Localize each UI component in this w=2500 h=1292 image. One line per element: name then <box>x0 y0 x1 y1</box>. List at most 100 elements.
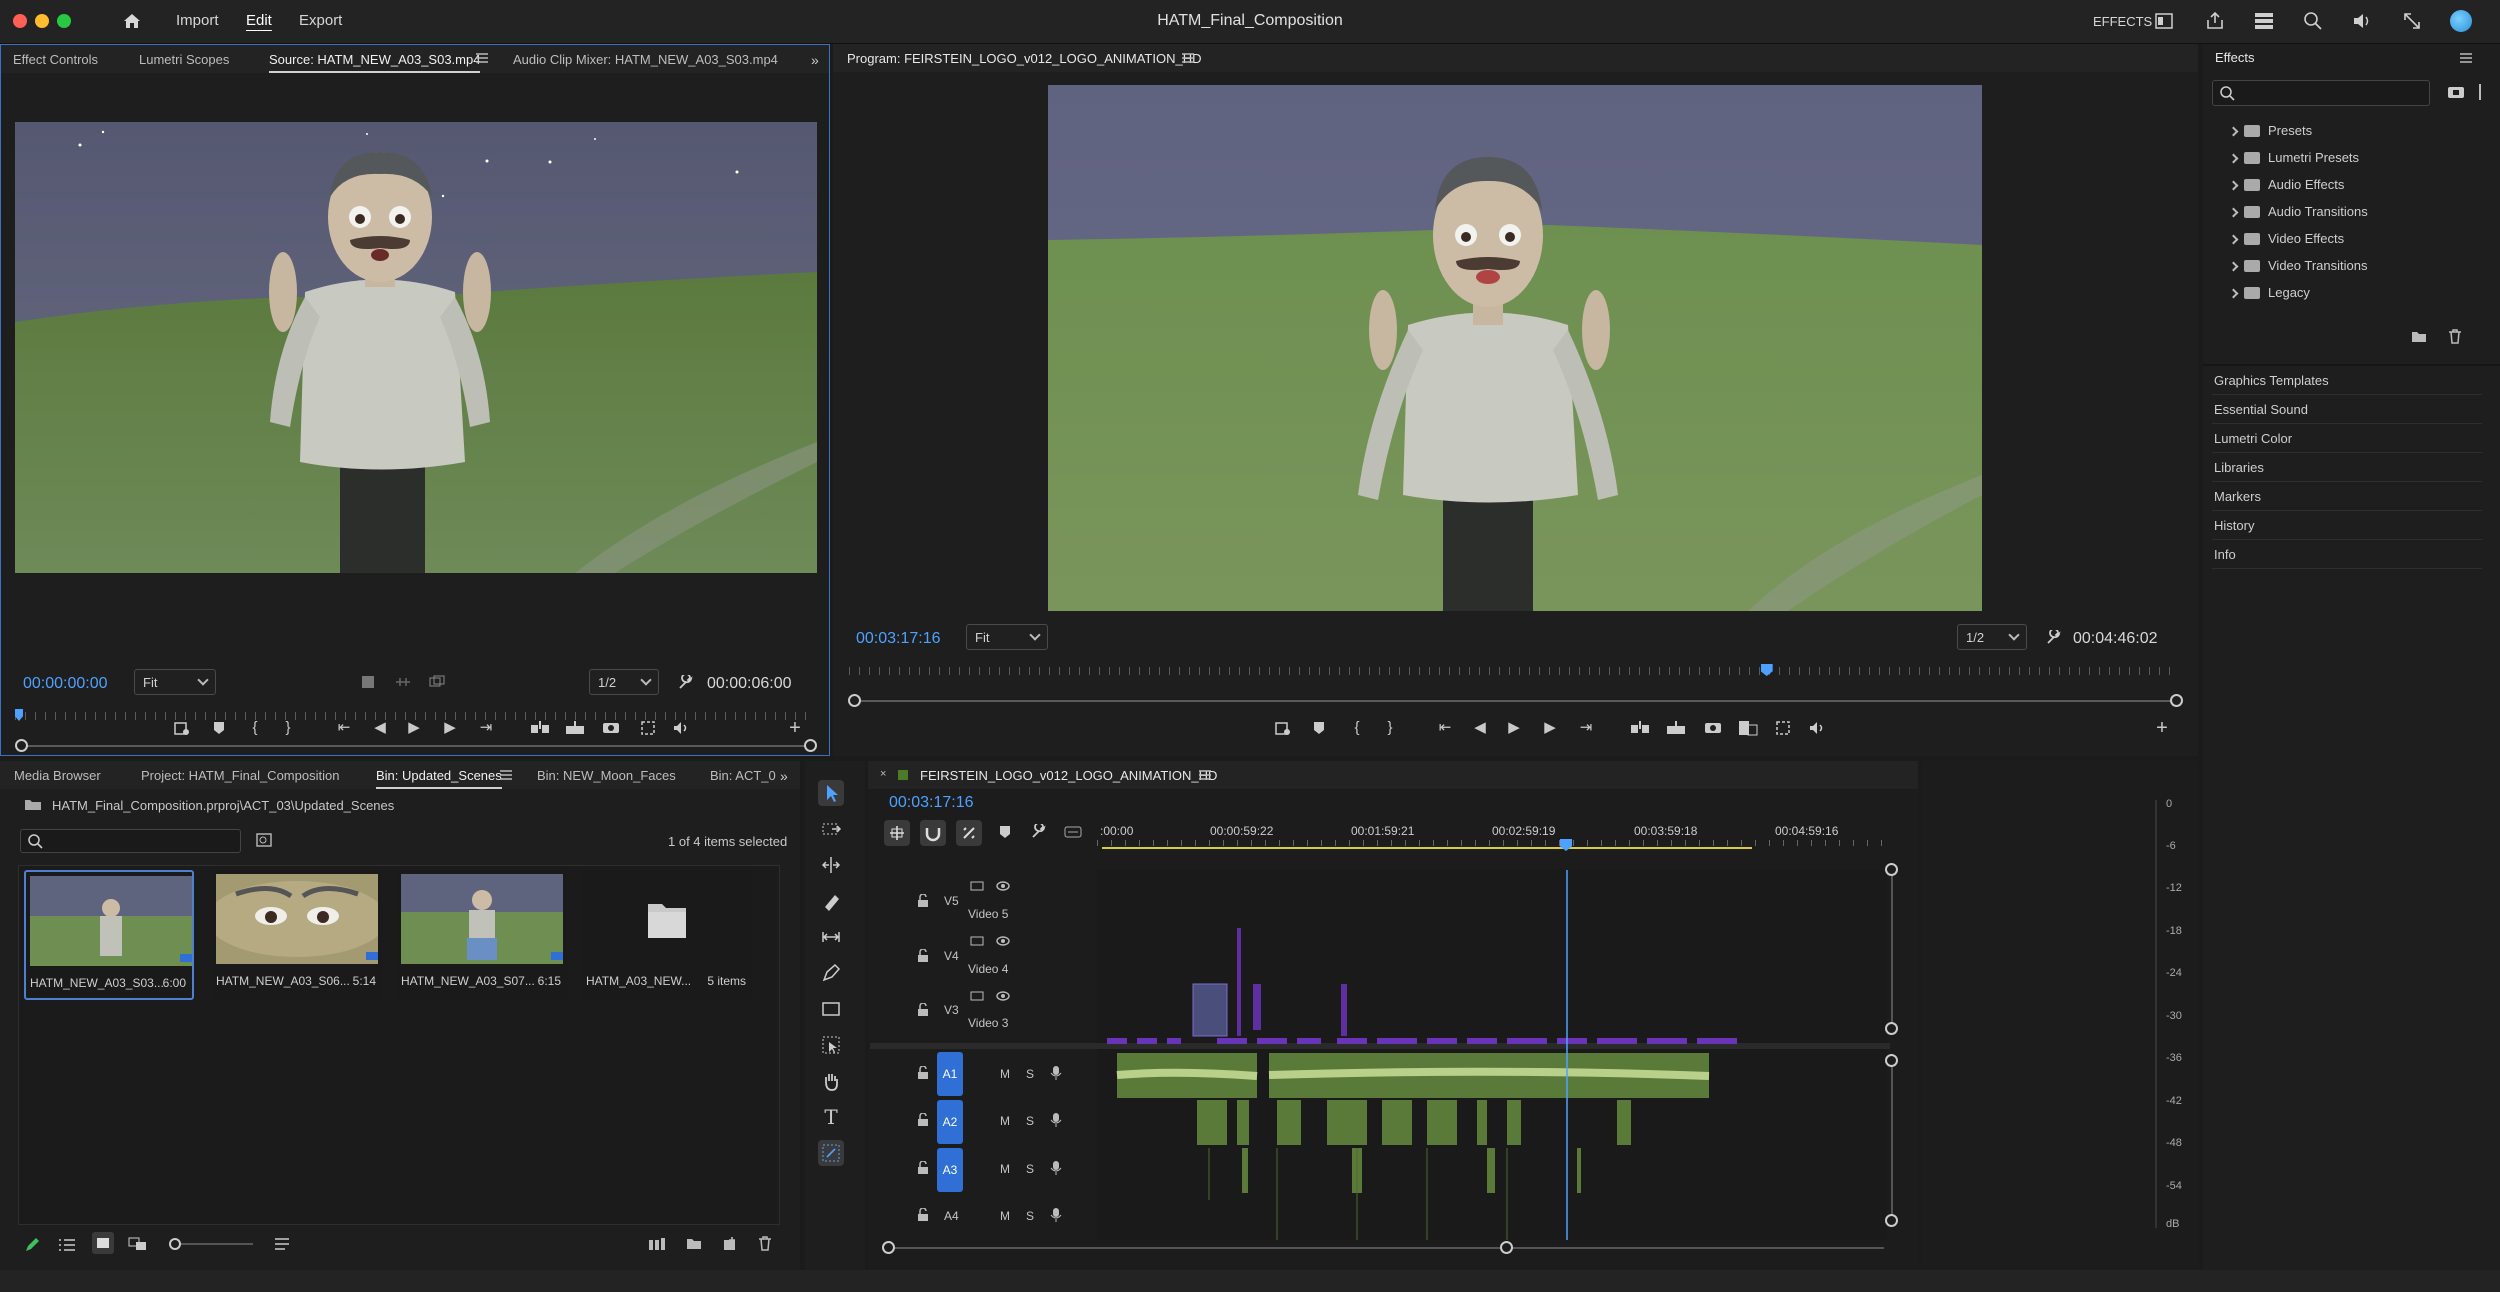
lock-v5-icon[interactable] <box>917 894 929 908</box>
source-timecode[interactable]: 00:00:00:00 <box>23 675 108 693</box>
program-audio-icon[interactable] <box>1808 720 1826 736</box>
program-menu-icon[interactable] <box>1182 53 1194 63</box>
snap-button[interactable] <box>920 820 946 846</box>
section-info[interactable]: Info <box>2212 541 2482 569</box>
icon-view-button[interactable] <box>92 1232 114 1254</box>
track-target-a1[interactable]: A1 <box>937 1052 963 1096</box>
program-add-button[interactable]: + <box>2152 718 2172 738</box>
track-select-tool[interactable] <box>818 816 844 842</box>
fx-folder-presets[interactable]: Presets <box>2228 123 2480 149</box>
timeline-timecode[interactable]: 00:03:17:16 <box>889 794 974 812</box>
solo-a2[interactable]: S <box>1026 1114 1034 1128</box>
section-lumetri-color[interactable]: Lumetri Color <box>2212 425 2482 453</box>
add-marker-icon[interactable] <box>212 720 226 736</box>
close-sequence-icon[interactable]: × <box>880 768 886 780</box>
lock-a3-icon[interactable] <box>917 1161 929 1175</box>
video-scroll-handle-bottom[interactable] <box>1885 1022 1898 1035</box>
source-audio-icon[interactable] <box>672 720 690 736</box>
ripple-edit-tool[interactable] <box>818 852 844 878</box>
program-timecode[interactable]: 00:03:17:16 <box>856 630 941 648</box>
zoom-window-button[interactable] <box>57 14 71 28</box>
delete-icon[interactable] <box>2448 329 2462 344</box>
bin-item-s07[interactable]: HATM_NEW_A03_S07... 6:15 <box>397 870 567 1000</box>
bin-item-folder[interactable]: HATM_A03_NEW... 5 items <box>582 870 752 1000</box>
rectangle-tool[interactable] <box>818 996 844 1022</box>
microphone-icon[interactable] <box>1050 1065 1062 1081</box>
track-id-v3[interactable]: V3 <box>944 1003 959 1017</box>
tab-media-browser[interactable]: Media Browser <box>14 768 101 783</box>
effects-menu-icon[interactable] <box>2460 53 2472 63</box>
mute-a3[interactable]: M <box>1000 1162 1010 1176</box>
add-marker-timeline-icon[interactable] <box>998 824 1012 840</box>
track-id-a4[interactable]: A4 <box>944 1209 959 1223</box>
timeline-settings-icon[interactable] <box>1030 824 1046 840</box>
mark-in-icon[interactable]: { <box>245 718 265 738</box>
zoom-slider-handle[interactable] <box>169 1238 181 1250</box>
section-history[interactable]: History <box>2212 512 2482 540</box>
program-zoom-handle-right[interactable] <box>2170 694 2183 707</box>
source-fit-dropdown[interactable]: Fit <box>134 669 216 695</box>
microphone-icon[interactable] <box>1050 1160 1062 1176</box>
bin-item-s03[interactable]: HATM_NEW_A03_S03... 6:00 <box>24 870 194 1000</box>
share-icon[interactable] <box>2205 11 2225 31</box>
type-tool[interactable]: T <box>818 1104 844 1130</box>
close-window-button[interactable] <box>13 14 27 28</box>
workspace-label[interactable]: EFFECTS <box>2093 14 2152 29</box>
hscroll-handle-left[interactable] <box>882 1241 895 1254</box>
solo-a4[interactable]: S <box>1026 1209 1034 1223</box>
microphone-icon[interactable] <box>1050 1207 1062 1223</box>
lock-v4-icon[interactable] <box>917 949 929 963</box>
zoom-slider-track[interactable] <box>181 1243 253 1245</box>
menu-edit[interactable]: Edit <box>246 12 272 29</box>
panel-menu-icon[interactable] <box>476 53 488 63</box>
program-mark-in-icon[interactable]: { <box>1347 718 1367 738</box>
program-step-forward-icon[interactable]: ▶ <box>1540 718 1560 738</box>
sequence-name[interactable]: FEIRSTEIN_LOGO_v012_LOGO_ANIMATION_HD <box>920 768 1217 783</box>
program-mark-out-icon[interactable]: } <box>1380 718 1400 738</box>
bin-menu-icon[interactable] <box>500 770 512 780</box>
program-title[interactable]: Program: FEIRSTEIN_LOGO_v012_LOGO_ANIMAT… <box>847 51 1201 66</box>
program-export-frame-icon[interactable] <box>1275 720 1291 736</box>
track-id-v4[interactable]: V4 <box>944 949 959 963</box>
program-camera-icon[interactable] <box>1704 720 1722 734</box>
camera-icon[interactable] <box>602 720 620 734</box>
program-settings-wrench-icon[interactable] <box>2045 630 2061 646</box>
new-item-icon[interactable] <box>722 1236 738 1252</box>
home-icon[interactable] <box>122 11 142 31</box>
eye-icon[interactable] <box>996 936 1010 946</box>
program-go-to-in-icon[interactable]: ⇤ <box>1435 718 1455 738</box>
captions-icon[interactable] <box>1064 826 1082 838</box>
sequence-color-label[interactable] <box>898 770 908 780</box>
step-back-icon[interactable]: ◀ <box>370 718 390 738</box>
audio-scroll-handle-top[interactable] <box>1885 1054 1898 1067</box>
project-more-tabs-icon[interactable]: » <box>780 768 788 784</box>
source-resolution-dropdown[interactable]: 1/2 <box>589 669 659 695</box>
queue-icon[interactable] <box>2254 12 2274 30</box>
pencil-icon[interactable] <box>24 1237 40 1253</box>
compare-icon[interactable] <box>640 720 656 736</box>
drag-video-icon[interactable] <box>361 675 375 689</box>
list-view-icon[interactable] <box>58 1238 76 1252</box>
drag-audio-icon[interactable] <box>396 677 410 687</box>
lift-icon[interactable] <box>1630 721 1650 735</box>
clear-icon[interactable] <box>758 1236 772 1251</box>
track-target-a3[interactable]: A3 <box>937 1148 963 1192</box>
extract-icon[interactable] <box>1666 721 1686 735</box>
fx-folder-legacy[interactable]: Legacy <box>2228 285 2480 311</box>
bin-item-s06[interactable]: HATM_NEW_A03_S06... 5:14 <box>212 870 382 1000</box>
fx-folder-video-effects[interactable]: Video Effects <box>2228 231 2480 257</box>
tab-bin-moon-faces[interactable]: Bin: NEW_Moon_Faces <box>537 768 676 783</box>
source-zoom-handle-right[interactable] <box>804 739 817 752</box>
minimize-window-button[interactable] <box>35 14 49 28</box>
fx-folder-lumetri-presets[interactable]: Lumetri Presets <box>2228 150 2480 176</box>
video-scroll-handle-top[interactable] <box>1885 863 1898 876</box>
track-target-a2[interactable]: A2 <box>937 1100 963 1144</box>
automate-sequence-icon[interactable] <box>648 1237 666 1251</box>
mute-a4[interactable]: M <box>1000 1209 1010 1223</box>
new-bin-icon[interactable] <box>2411 330 2427 343</box>
settings-wrench-icon[interactable] <box>677 675 693 691</box>
source-zoom-handle-left[interactable] <box>15 739 28 752</box>
tab-lumetri-scopes[interactable]: Lumetri Scopes <box>139 52 229 67</box>
new-custom-bin-icon[interactable] <box>2447 85 2465 99</box>
hand-tool[interactable] <box>818 1068 844 1094</box>
